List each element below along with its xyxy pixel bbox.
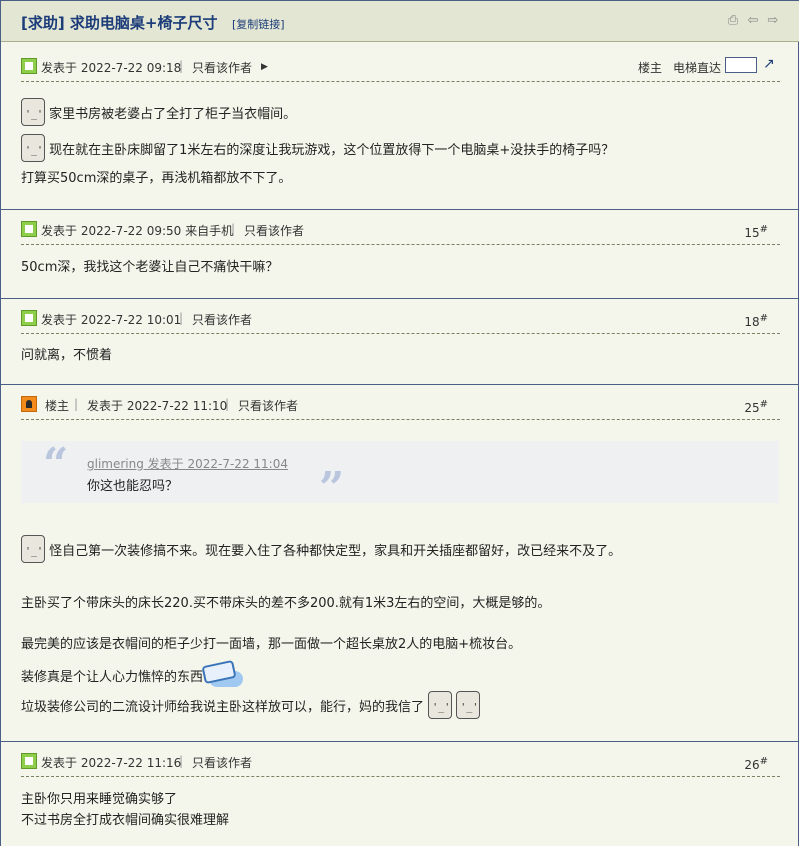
print-icon[interactable]: ⎙ [726, 14, 740, 28]
only-author-link[interactable]: 只看该作者 [192, 59, 252, 76]
post-time: 发表于 2022-7-22 11:16 [41, 756, 182, 770]
post-line: 怪自己第一次装修搞不来。现在要入住了各种都快定型，家具和开关插座都留好，改已经来… [49, 544, 622, 559]
post-time: 发表于 2022-7-22 10:01 [41, 313, 182, 327]
next-thread-icon[interactable]: ⇨ [766, 14, 780, 28]
only-author-link[interactable]: 只看该作者 [238, 397, 298, 414]
landlord-icon [21, 396, 37, 412]
post-line: 垃圾装修公司的二流设计师给我说主卧这样放可以，能行，妈的我信了 [21, 700, 425, 715]
post-line: 问就离，不惯着 [21, 348, 113, 363]
prev-thread-icon[interactable]: ⇦ [746, 14, 760, 28]
emoticon-cry-icon [428, 691, 453, 719]
post-body: 50cm深，我找这个老婆让自己不痛快干嘛？ [21, 257, 780, 283]
header-icons: ⎙ ⇦ ⇨ [726, 14, 780, 28]
quote-open-icon: “ [43, 439, 69, 490]
post-26: 发表于 2022-7-22 11:16 | 只看该作者 26# 主卧你只用来睡觉… [1, 742, 799, 846]
floor-number[interactable]: 25# [744, 399, 768, 415]
quote-block: “ glimering 发表于 2022-7-22 11:04 你这也能忍吗？ … [21, 439, 779, 511]
post-line: 50cm深，我找这个老婆让自己不痛快干嘛？ [21, 260, 279, 275]
post-25: 楼主 | 发表于 2022-7-22 11:10 | 只看该作者 25# “ g… [1, 385, 799, 742]
post-1: 发表于 2022-7-22 09:18 | 只看该作者 ▶ 楼主 电梯直达 ↗ … [1, 42, 799, 210]
quote-author-link[interactable]: glimering 发表于 2022-7-22 11:04 [87, 455, 288, 472]
thread-title[interactable]: [求助] 求助电脑桌+椅子尺寸 [21, 12, 218, 33]
emoticon-face-icon [21, 535, 45, 563]
user-status-icon [21, 58, 37, 74]
emoticon-face-icon [21, 98, 45, 126]
meta-separator: | [179, 754, 184, 768]
meta-separator: | [179, 311, 184, 325]
post-time: 发表于 2022-7-22 09:50 来自手机 [41, 224, 234, 238]
thread-header: [求助] 求助电脑桌+椅子尺寸 [复制链接] ⎙ ⇦ ⇨ [1, 0, 799, 42]
post-body: 怪自己第一次装修搞不来。现在要入住了各种都快定型，家具和开关插座都留好，改已经来… [21, 533, 780, 733]
post-meta: 发表于 2022-7-22 10:01 | 只看该作者 18# [21, 310, 780, 334]
only-author-link[interactable]: 只看该作者 [192, 754, 252, 771]
landlord-tag: 楼主 [45, 399, 70, 413]
jump-floor-input[interactable] [725, 57, 757, 73]
meta-separator: | [179, 59, 184, 73]
copy-link-button[interactable]: [复制链接] [232, 16, 285, 32]
quote-close-icon: ” [319, 463, 345, 514]
meta-separator: | [74, 397, 79, 411]
thread-frame: [求助] 求助电脑桌+椅子尺寸 [复制链接] ⎙ ⇦ ⇨ 发表于 2022-7-… [0, 0, 799, 846]
post-line: 主卧你只用来睡觉确实够了 [21, 792, 178, 807]
post-meta: 楼主 | 发表于 2022-7-22 11:10 | 只看该作者 25# [21, 396, 780, 420]
post-meta: 发表于 2022-7-22 09:50 来自手机 | 只看该作者 15# [21, 221, 780, 245]
post-body: 主卧你只用来睡觉确实够了 不过书房全打成衣帽间确实很难理解 [21, 789, 780, 835]
user-status-icon [21, 221, 37, 237]
post-line: 打算买50cm深的桌子，再浅机箱都放不下了。 [21, 171, 292, 186]
quote-text: 你这也能忍吗？ [87, 479, 179, 494]
only-author-link[interactable]: 只看该作者 [192, 311, 252, 328]
floor-number[interactable]: 26# [744, 756, 768, 772]
post-line: 主卧买了个带床头的床长220.买不带床头的差不多200.就有1米3左右的空间，大… [21, 596, 551, 611]
post-line: 家里书房被老婆占了全打了柜子当衣帽间。 [49, 107, 297, 122]
post-line: 装修真是个让人心力憔悴的东西 [21, 670, 204, 685]
post-line: 最完美的应该是衣帽间的柜子少打一面墙，那一面做一个超长桌放2人的电脑+梳妆台。 [21, 637, 522, 652]
triangle-right-icon[interactable]: ▶ [261, 62, 268, 72]
post-meta: 发表于 2022-7-22 11:16 | 只看该作者 26# [21, 753, 780, 777]
only-author-link[interactable]: 只看该作者 [244, 222, 304, 239]
jump-floor-label: 电梯直达 [673, 61, 722, 75]
post-body: 家里书房被老婆占了全打了柜子当衣帽间。 现在就在主卧床脚留了1米左右的深度让我玩… [21, 94, 780, 204]
post-line: 现在就在主卧床脚留了1米左右的深度让我玩游戏，这个位置放得下一个电脑桌+没扶手的… [49, 143, 615, 158]
user-status-icon [21, 753, 37, 769]
meta-separator: | [231, 222, 236, 236]
landlord-label: 楼主 [638, 61, 663, 75]
post-time: 发表于 2022-7-22 09:18 [41, 61, 182, 75]
emoticon-sweat-icon [21, 134, 45, 162]
post-body: 问就离，不惯着 [21, 345, 780, 371]
emoticon-cloud-icon [203, 663, 245, 689]
floor-number[interactable]: 15# [744, 224, 768, 240]
post-15: 发表于 2022-7-22 09:50 来自手机 | 只看该作者 15# 50c… [1, 210, 799, 299]
floor-number[interactable]: 18# [744, 313, 768, 329]
user-status-icon [21, 310, 37, 326]
post-meta: 发表于 2022-7-22 09:18 | 只看该作者 ▶ 楼主 电梯直达 ↗ [21, 56, 780, 82]
meta-separator: | [225, 397, 230, 411]
emoticon-cry-icon [456, 691, 481, 719]
jump-go-icon[interactable]: ↗ [763, 56, 775, 72]
post-line: 不过书房全打成衣帽间确实很难理解 [21, 813, 230, 828]
post-18: 发表于 2022-7-22 10:01 | 只看该作者 18# 问就离，不惯着 [1, 299, 799, 385]
post-time: 发表于 2022-7-22 11:10 [87, 399, 228, 413]
